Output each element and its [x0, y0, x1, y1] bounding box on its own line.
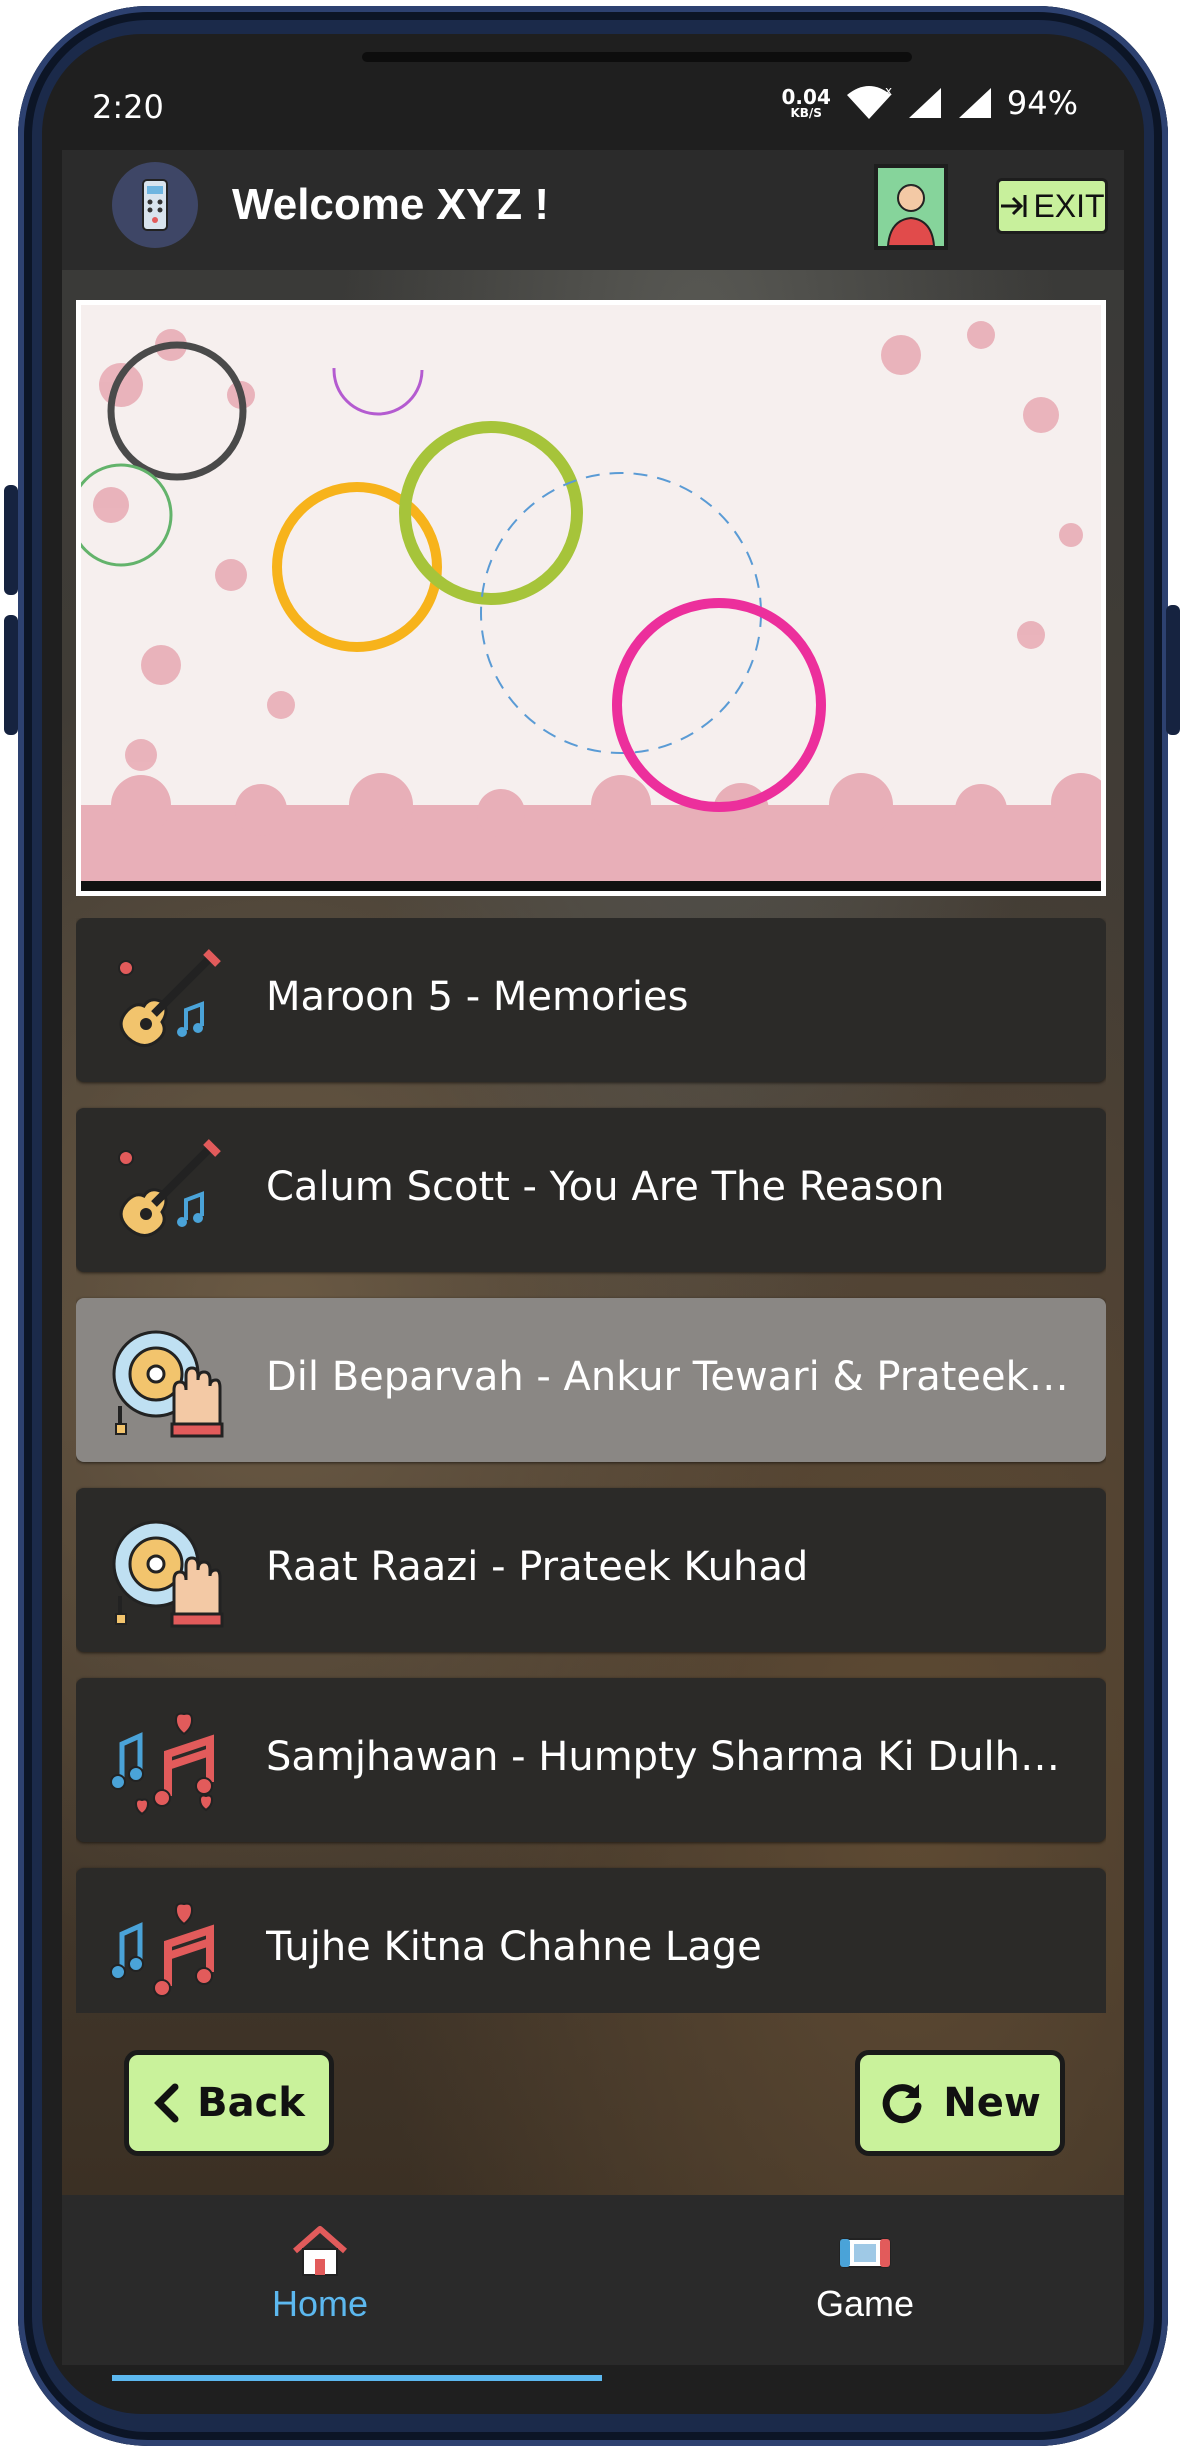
- refresh-icon: [882, 2084, 922, 2124]
- music-notes-hearts-icon: [110, 1902, 214, 1997]
- welcome-title: Welcome XYZ !: [232, 180, 550, 229]
- song-title: Tujhe Kitna Chahne Lage: [266, 1924, 762, 1970]
- guitar-icon: [118, 949, 221, 1047]
- exit-label: EXIT: [1033, 187, 1105, 224]
- list-item[interactable]: Maroon 5 - Memories: [76, 918, 1106, 1082]
- song-title: Samjhawan - Humpty Sharma Ki Dulhania: [266, 1734, 1076, 1780]
- list-item[interactable]: Samjhawan - Humpty Sharma Ki Dulhania: [76, 1678, 1106, 1842]
- list-item-selected[interactable]: Dil Beparvah - Ankur Tewari & Prateek K…: [76, 1298, 1106, 1462]
- song-title: Dil Beparvah - Ankur Tewari & Prateek K…: [266, 1354, 1076, 1400]
- nav-tab-home[interactable]: Home: [170, 2225, 470, 2325]
- network-speed: 0.04 KB/S: [781, 85, 831, 120]
- new-label: New: [943, 2080, 1041, 2126]
- profile-button[interactable]: [874, 164, 948, 250]
- exit-arrow-icon: [1001, 195, 1027, 217]
- list-item[interactable]: Tujhe Kitna Chahne Lage: [76, 1868, 1106, 2013]
- remote-icon: [142, 179, 168, 231]
- game-console-icon: [839, 2238, 891, 2268]
- svg-text:x: x: [885, 85, 892, 98]
- list-item[interactable]: Raat Raazi - Prateek Kuhad: [76, 1488, 1106, 1652]
- side-button: [4, 615, 18, 735]
- list-item[interactable]: Calum Scott - You Are The Reason: [76, 1108, 1106, 1272]
- music-notes-hearts-icon: [110, 1712, 214, 1816]
- song-title: Raat Raazi - Prateek Kuhad: [266, 1544, 809, 1590]
- banner-progress-strip: [81, 881, 1101, 891]
- dj-turntable-icon: [112, 1330, 224, 1438]
- floral-circles-illustration: [81, 321, 1101, 881]
- nav-game-label: Game: [815, 2283, 915, 2324]
- app-bar: [62, 150, 1124, 270]
- wifi-icon: x: [846, 85, 892, 119]
- signal-icon: [908, 88, 941, 118]
- battery-level: 94%: [1006, 84, 1078, 122]
- chevron-left-icon: [154, 2083, 179, 2123]
- back-label: Back: [197, 2080, 305, 2126]
- song-title: Calum Scott - You Are The Reason: [266, 1164, 945, 1210]
- banner-image: [76, 300, 1106, 896]
- speaker: [362, 52, 912, 62]
- new-button[interactable]: New: [855, 2050, 1065, 2156]
- home-icon: [293, 2226, 347, 2276]
- banner-artwork: [81, 305, 1101, 881]
- nav-tab-game[interactable]: Game: [715, 2225, 1015, 2325]
- song-title: Maroon 5 - Memories: [266, 974, 689, 1020]
- side-button: [4, 485, 18, 595]
- song-list[interactable]: Maroon 5 - Memories Calum Scott - You Ar…: [76, 918, 1106, 2013]
- nav-active-indicator: [112, 2375, 602, 2381]
- nav-home-label: Home: [271, 2283, 369, 2324]
- exit-button[interactable]: EXIT: [996, 178, 1108, 234]
- side-button: [1166, 605, 1180, 735]
- user-avatar-icon: [878, 168, 944, 247]
- status-time: 2:20: [92, 88, 164, 126]
- signal-icon: [958, 88, 991, 118]
- back-button[interactable]: Back: [124, 2050, 334, 2156]
- status-icons: 0.04 KB/S x 94%: [782, 84, 1078, 122]
- guitar-icon: [118, 1139, 221, 1237]
- dj-turntable-icon: [112, 1520, 224, 1628]
- app-logo: [112, 162, 198, 248]
